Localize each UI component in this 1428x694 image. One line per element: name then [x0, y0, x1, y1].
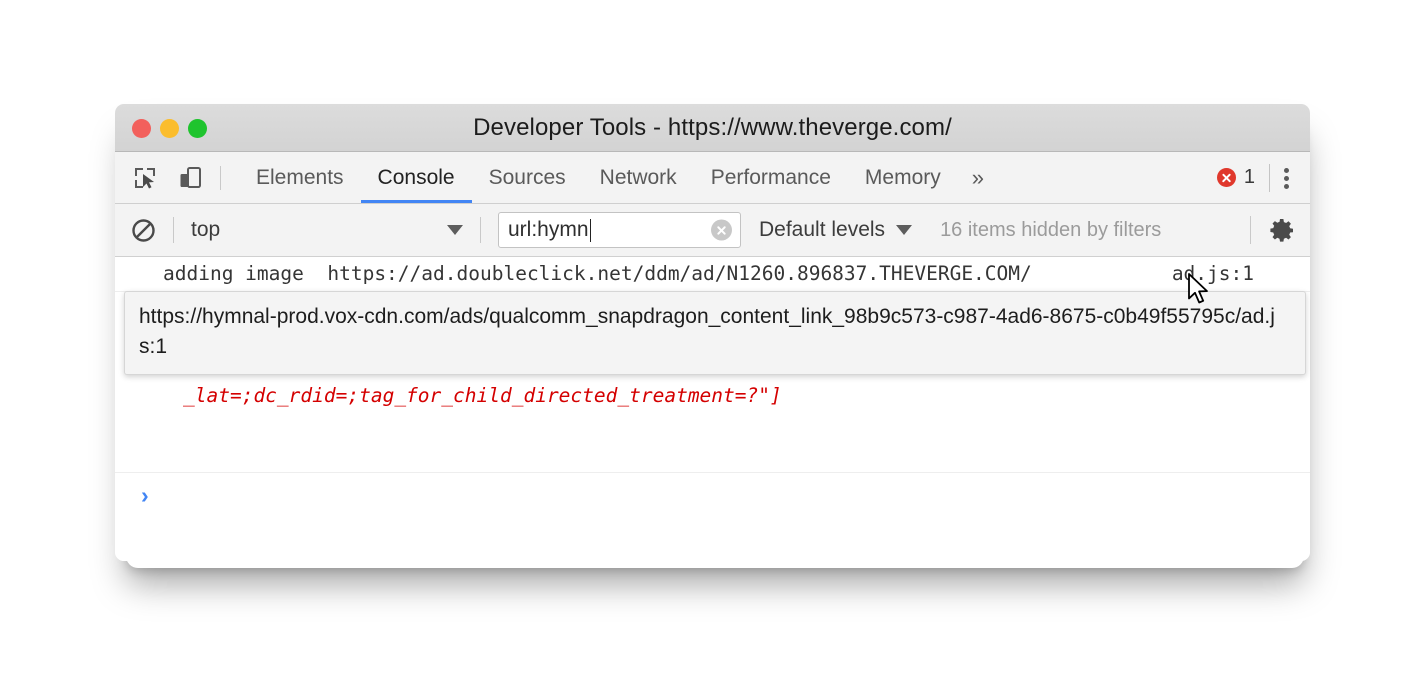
execution-context-selector[interactable]: top: [191, 218, 463, 242]
tab-bar-right-controls: 1: [1216, 152, 1310, 203]
tab-console[interactable]: Console: [360, 152, 472, 203]
tab-bar-divider: [1269, 163, 1270, 192]
filter-input-value: url:hymn: [508, 218, 589, 241]
filterbar-divider-1: [173, 217, 174, 243]
console-error-text-line1: _lat=;dc_rdid=;tag_for_child_directed_tr…: [183, 384, 782, 407]
zoom-window-button[interactable]: [188, 118, 207, 138]
tab-network[interactable]: Network: [583, 152, 694, 203]
close-window-button[interactable]: [132, 118, 151, 138]
chevron-down-icon: [447, 225, 463, 235]
no-entry-icon[interactable]: [131, 218, 156, 243]
error-count: 1: [1243, 166, 1255, 188]
minimize-window-button[interactable]: [160, 118, 179, 138]
link-url-tooltip: https://hymnal-prod.vox-cdn.com/ads/qual…: [124, 291, 1306, 375]
log-levels-label: Default levels: [759, 218, 886, 241]
error-circle-icon: [1216, 168, 1236, 187]
devtools-tab-bar: Elements Console Sources Network Perform…: [115, 152, 1310, 204]
window-title: Developer Tools - https://www.theverge.c…: [473, 113, 952, 141]
prompt-chevron-icon: ›: [141, 481, 149, 508]
kebab-menu-icon[interactable]: [1284, 165, 1290, 191]
error-badge[interactable]: 1: [1216, 166, 1269, 189]
chevron-down-icon: [896, 225, 913, 235]
tab-elements[interactable]: Elements: [239, 152, 361, 203]
device-toolbar-icon[interactable]: [177, 165, 203, 191]
filter-input[interactable]: url:hymn: [498, 212, 741, 248]
filterbar-divider-3: [1250, 216, 1251, 244]
console-message-row[interactable]: adding image https://ad.doubleclick.net/…: [115, 257, 1310, 292]
tab-memory[interactable]: Memory: [848, 152, 958, 203]
console-filter-bar: top url:hymn Default levels 16 items hid…: [115, 204, 1310, 257]
screenshot-root: Developer Tools - https://www.theverge.c…: [0, 0, 1428, 694]
title-bar: Developer Tools - https://www.theverge.c…: [115, 104, 1310, 152]
execution-context-value: top: [191, 218, 221, 241]
console-message-text: adding image https://ad.doubleclick.net/…: [163, 262, 1032, 285]
devtools-tool-icons: [115, 152, 203, 203]
panel-tabs: Elements Console Sources Network Perform…: [239, 152, 998, 203]
text-caret: [589, 218, 592, 242]
settings-group: [1250, 216, 1310, 244]
filterbar-divider-2: [480, 217, 481, 243]
toolbar-divider: [220, 166, 221, 190]
traffic-light-buttons: [132, 104, 207, 152]
console-message-source-link[interactable]: ad.js:1: [1172, 260, 1254, 287]
tab-performance[interactable]: Performance: [694, 152, 848, 203]
cursor-select-icon[interactable]: [132, 165, 158, 191]
log-levels-dropdown[interactable]: Default levels: [759, 218, 913, 242]
hidden-items-message: 16 items hidden by filters: [940, 218, 1162, 241]
more-tabs-button[interactable]: »: [958, 152, 998, 203]
gear-icon[interactable]: [1269, 217, 1296, 244]
console-prompt-row[interactable]: ›: [115, 473, 1310, 517]
tab-sources[interactable]: Sources: [472, 152, 583, 203]
clear-circle-icon[interactable]: [711, 219, 732, 241]
